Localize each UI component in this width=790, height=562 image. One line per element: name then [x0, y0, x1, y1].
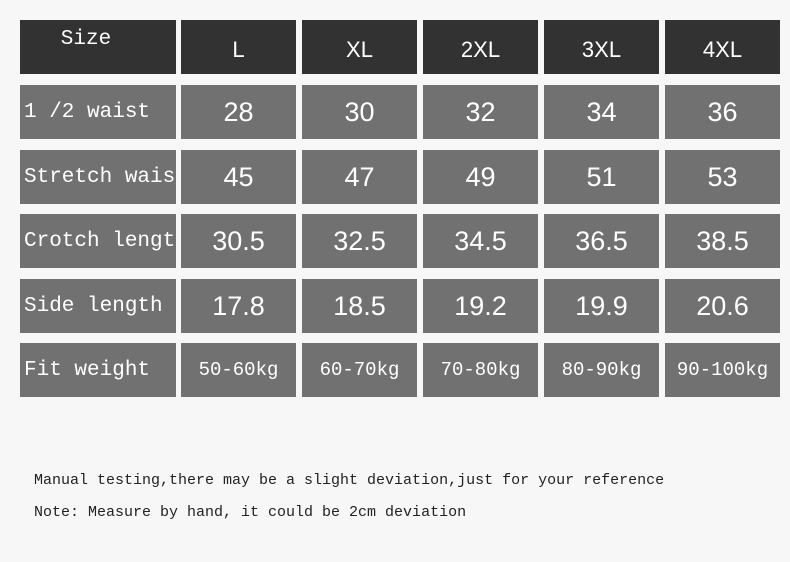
- table-cell: 34: [544, 85, 659, 139]
- table-cell: 47: [302, 150, 417, 204]
- table-cell: 60-70kg: [302, 343, 417, 397]
- row-label: Side length: [20, 279, 176, 333]
- header-size-2xl: 2XL: [423, 20, 538, 74]
- row-label: Crotch length: [20, 214, 176, 268]
- table-cell: 18.5: [302, 279, 417, 333]
- table-cell: 19.9: [544, 279, 659, 333]
- header-size-xl: XL: [302, 20, 417, 74]
- table-cell: 80-90kg: [544, 343, 659, 397]
- table-cell: 50-60kg: [181, 343, 296, 397]
- table-cell: 51: [544, 150, 659, 204]
- table-cell: 36: [665, 85, 780, 139]
- table-cell: 30: [302, 85, 417, 139]
- table-cell: 49: [423, 150, 538, 204]
- table-cell: 45: [181, 150, 296, 204]
- table-cell: 19.2: [423, 279, 538, 333]
- header-size-l: L: [181, 20, 296, 74]
- note-reference: Manual testing,there may be a slight dev…: [34, 472, 665, 489]
- table-cell: 36.5: [544, 214, 659, 268]
- table-cell: 34.5: [423, 214, 538, 268]
- table-cell: 38.5: [665, 214, 780, 268]
- header-size-label: Size: [20, 20, 176, 74]
- table-cell: 53: [665, 150, 780, 204]
- table-cell: 90-100kg: [665, 343, 780, 397]
- row-label: Fit weight: [20, 343, 176, 397]
- row-label: Stretch waist: [20, 150, 176, 204]
- table-cell: 20.6: [665, 279, 780, 333]
- header-size-3xl: 3XL: [544, 20, 659, 74]
- table-cell: 28: [181, 85, 296, 139]
- note-deviation: Note: Measure by hand, it could be 2cm d…: [34, 504, 467, 521]
- table-cell: 32: [423, 85, 538, 139]
- table-cell: 30.5: [181, 214, 296, 268]
- table-cell: 32.5: [302, 214, 417, 268]
- table-cell: 17.8: [181, 279, 296, 333]
- table-cell: 70-80kg: [423, 343, 538, 397]
- header-size-4xl: 4XL: [665, 20, 780, 74]
- row-label: 1 /2 waist: [20, 85, 176, 139]
